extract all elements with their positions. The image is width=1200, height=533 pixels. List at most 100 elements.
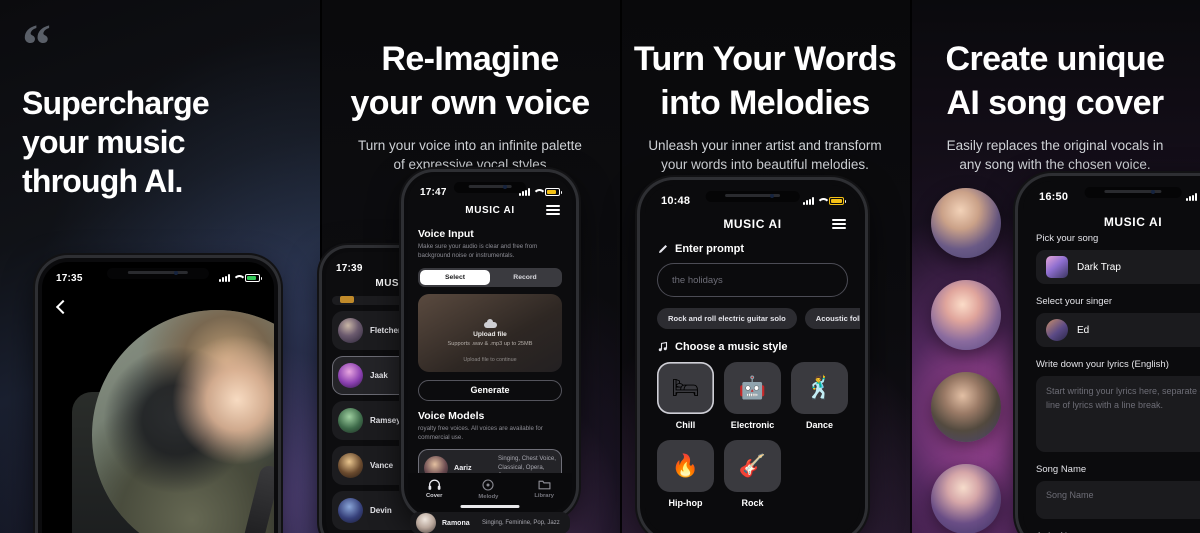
hamburger-menu-icon[interactable] [546, 205, 560, 215]
back-chevron-icon[interactable] [55, 299, 71, 315]
status-time: 16:50 [1039, 191, 1069, 203]
bed-emoji-icon: 🛏 [671, 375, 700, 400]
suggestion-chip[interactable]: Acoustic folk w [804, 308, 860, 329]
generate-button[interactable]: Generate [418, 379, 562, 401]
prompt-input[interactable]: the holidays [657, 263, 848, 297]
lyrics-placeholder: Start writing your lyrics here, separate… [1046, 386, 1200, 410]
style-option-chill[interactable]: 🛏 Chill [657, 362, 714, 430]
song-name-input[interactable]: Song Name 0/ [1036, 481, 1200, 519]
song-value: Dark Trap [1077, 261, 1121, 273]
style-option-dance[interactable]: 🕺 Dance [791, 362, 848, 430]
tab-label: Library [534, 493, 554, 499]
avatar [338, 498, 363, 523]
status-bar: 17:47 [408, 185, 572, 199]
app-title: MUSIC AI [723, 217, 782, 231]
style-icon-tile[interactable]: 🔥 [657, 440, 714, 492]
tab-label: Cover [425, 493, 443, 499]
status-bar: 10:48 [645, 194, 860, 208]
phone-2b-screen: 17:47 MUSIC AI Voice Input Make sure you… [408, 176, 572, 513]
style-icon-tile[interactable]: 🕺 [791, 362, 848, 414]
prompt-placeholder: the holidays [672, 274, 723, 286]
suggestion-chip[interactable]: Rock and roll electric guitar solo [657, 308, 797, 329]
phone-mockup-supercharge: 17:35 [38, 258, 278, 533]
song-name-label: Song Name [1036, 464, 1087, 475]
tab-melody[interactable]: Melody [478, 479, 498, 500]
avatar [338, 453, 363, 478]
section-title: Voice Input [418, 228, 474, 240]
song-label: Pick your song [1036, 233, 1099, 244]
voice-name: Fletcher [370, 326, 402, 335]
style-icon-tile[interactable]: 🎸 [724, 440, 781, 492]
robot-emoji-icon: 🤖 [738, 375, 767, 400]
voice-name: Devin [370, 506, 392, 515]
status-time: 10:48 [661, 195, 691, 207]
upload-subtitle: Supports .wav & .mp3 up to 25MB [447, 340, 533, 347]
model-name: Ramona [442, 519, 470, 527]
input-mode-segmented-control[interactable]: Select Record [418, 267, 562, 287]
quote-mark-icon: “ [22, 12, 51, 77]
avatar [338, 363, 363, 388]
model-name: Aariz [454, 463, 472, 473]
lyrics-textarea[interactable]: Start writing your lyrics here, separate… [1036, 376, 1200, 452]
avatar-bearded-man[interactable] [931, 372, 1001, 442]
cellular-signal-icon [519, 188, 530, 196]
status-time: 17:47 [420, 186, 447, 198]
tab-label: Melody [478, 494, 499, 500]
tab-library[interactable]: Library [534, 479, 554, 499]
upload-title: Upload file [473, 330, 507, 338]
style-icon-tile[interactable]: 🛏 [657, 362, 714, 414]
cellular-signal-icon [1186, 193, 1197, 201]
singer-selector[interactable]: Ed [1036, 313, 1200, 347]
headphones-icon [428, 479, 441, 490]
voice-avatar-column [922, 188, 1010, 533]
style-option-hiphop[interactable]: 🔥 Hip-hop [657, 440, 714, 508]
panel-3-heading: Turn Your Words into Melodies Unleash yo… [633, 40, 897, 173]
segment-record[interactable]: Record [490, 270, 560, 285]
phone-mockup-song-cover: 16:50 MUSIC AI Pick your song Dark Trap … [1018, 176, 1200, 533]
phone-mockup-voice-input: 17:47 MUSIC AI Voice Input Make sure you… [404, 172, 576, 517]
models-description: royalty free voices. All voices are avai… [418, 424, 543, 441]
avatar-pink-hair-woman[interactable] [931, 280, 1001, 350]
upload-dropzone[interactable]: Upload file Supports .wav & .mp3 up to 2… [418, 293, 562, 372]
avatar-dark-hair-woman[interactable] [931, 464, 1001, 533]
voice-name: Ramsey [370, 416, 401, 425]
upload-hint: Upload file to continue [463, 356, 517, 363]
upload-cloud-icon [483, 318, 497, 328]
status-bar: 17:35 [42, 271, 274, 285]
style-icon-tile[interactable]: 🤖 [724, 362, 781, 414]
app-header: MUSIC AI [1023, 213, 1200, 231]
disc-icon [482, 479, 494, 491]
singer-label: Select your singer [1036, 296, 1113, 307]
style-label: Dance [805, 420, 833, 430]
hamburger-menu-icon[interactable] [832, 219, 846, 229]
tab-cover[interactable]: Cover [426, 479, 442, 499]
prompt-section-label: Enter prompt [657, 243, 848, 255]
lyrics-label: Write down your lyrics (English) [1036, 359, 1169, 370]
phone-1-screen: 17:35 [42, 262, 274, 533]
song-selector[interactable]: Dark Trap [1036, 250, 1200, 284]
song-artwork [1046, 256, 1068, 278]
app-header: MUSIC AI [408, 202, 572, 218]
panel-4-heading: Create unique AI song cover Easily repla… [945, 40, 1166, 173]
voice-model-row-partial[interactable]: Ramona Singing, Feminine, Pop, Jazz [410, 512, 570, 533]
segment-select[interactable]: Select [420, 269, 490, 285]
style-label: Rock [741, 498, 764, 508]
style-option-rock[interactable]: 🎸 Rock [724, 440, 781, 508]
battery-icon [245, 274, 262, 282]
music-style-grid[interactable]: 🛏 Chill 🤖 Electronic 🕺 Dance 🔥 Hip-hop 🎸… [657, 362, 848, 508]
panel-supercharge: “ Supercharge your music through AI. 17:… [0, 0, 320, 533]
suggestion-chip-row[interactable]: Rock and roll electric guitar solo Acous… [657, 308, 860, 329]
wifi-icon [817, 197, 826, 205]
style-option-electronic[interactable]: 🤖 Electronic [724, 362, 781, 430]
music-note-icon [658, 341, 668, 352]
avatar [416, 513, 436, 533]
battery-icon [829, 197, 846, 205]
avatar-pale-man[interactable] [931, 188, 1001, 258]
home-indicator [460, 505, 520, 508]
cellular-signal-icon [219, 274, 230, 282]
wifi-icon [233, 274, 242, 282]
style-label: Electronic [730, 420, 775, 430]
cellular-signal-icon [803, 197, 814, 205]
models-title: Voice Models [418, 409, 485, 422]
section-description: Make sure your audio is clear and free f… [418, 243, 538, 259]
